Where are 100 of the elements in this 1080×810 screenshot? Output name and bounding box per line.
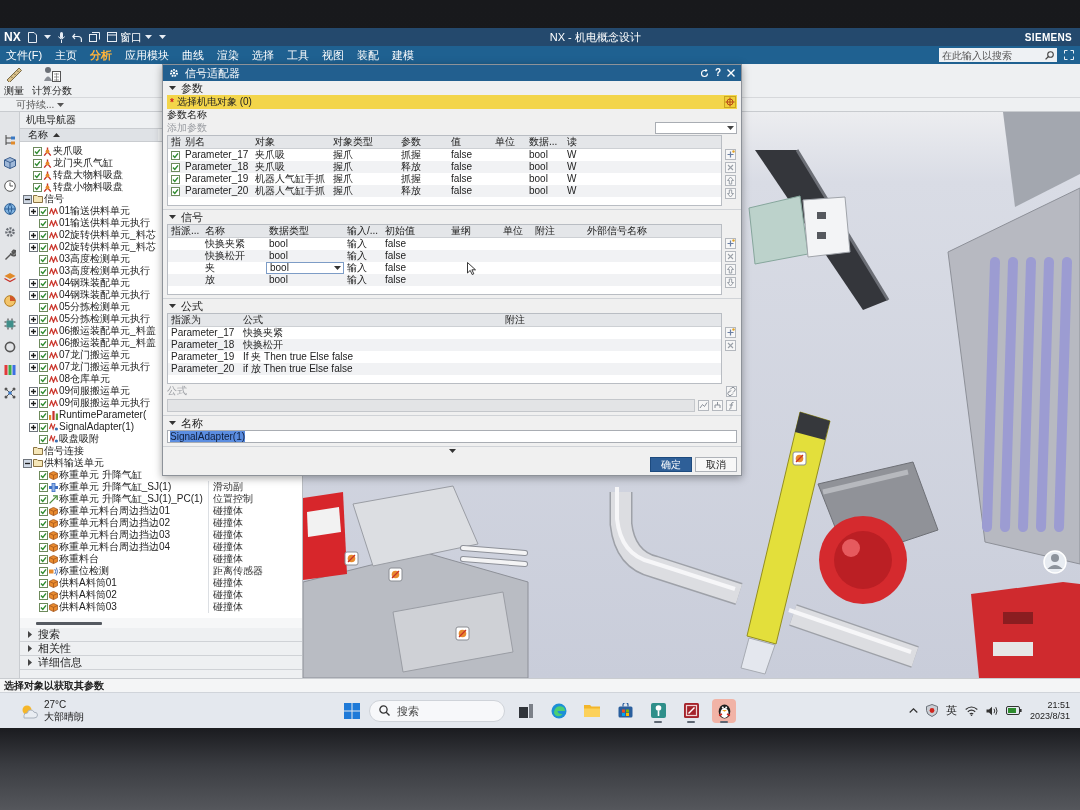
pie-icon[interactable] bbox=[3, 295, 16, 307]
tree-item[interactable]: 吸盘吸附 bbox=[59, 433, 99, 445]
expander-icon[interactable] bbox=[29, 230, 38, 240]
checkbox[interactable] bbox=[39, 326, 48, 336]
tree-item[interactable]: 07龙门搬运单元 bbox=[59, 349, 131, 361]
tree-item[interactable]: 称重单元料台周边挡边02 bbox=[59, 517, 171, 529]
search-field[interactable]: 在此输入以搜索 bbox=[939, 48, 1057, 62]
section-header[interactable]: 名称 bbox=[167, 416, 203, 430]
expander-icon[interactable] bbox=[29, 398, 38, 408]
tree-item[interactable]: 供料A料筒01 bbox=[59, 577, 117, 589]
checkbox[interactable] bbox=[171, 174, 180, 184]
tree-item[interactable]: 05分拣检测单元 bbox=[59, 301, 131, 313]
copy-icon[interactable] bbox=[88, 32, 100, 42]
column-header[interactable]: 对象类型 bbox=[330, 136, 398, 148]
help-button[interactable]: ? bbox=[714, 67, 721, 79]
move-up-icon[interactable] bbox=[725, 175, 736, 186]
tree-item[interactable]: 05分拣检测单元执行 bbox=[59, 313, 151, 325]
marker-icon[interactable] bbox=[455, 626, 470, 641]
move-down-icon[interactable] bbox=[725, 277, 736, 288]
section-header[interactable]: 参数 bbox=[167, 81, 203, 95]
table-row[interactable]: Parameter_17 夹爪吸 握爪 抓握 false bool W bbox=[168, 149, 721, 161]
tree-item[interactable]: 02旋转供料单元_料芯 bbox=[59, 229, 156, 241]
column-header[interactable]: 值 bbox=[448, 136, 492, 148]
checkbox[interactable] bbox=[33, 158, 42, 168]
move-up-icon[interactable] bbox=[725, 264, 736, 275]
checkbox[interactable] bbox=[39, 302, 48, 312]
table-row[interactable]: Parameter_20 if 放 Then true Else false bbox=[168, 363, 721, 375]
section-header[interactable]: 公式 bbox=[167, 299, 203, 313]
column-header[interactable]: 读 bbox=[564, 136, 721, 148]
delete-icon[interactable] bbox=[725, 340, 736, 351]
section-header[interactable]: 信号 bbox=[167, 210, 203, 224]
menu-tab[interactable]: 应用模块 bbox=[119, 46, 176, 64]
delete-icon[interactable] bbox=[725, 162, 736, 173]
checkbox[interactable] bbox=[39, 566, 48, 576]
column-header[interactable]: 公式 bbox=[240, 314, 502, 326]
marker-icon[interactable] bbox=[792, 451, 807, 466]
table-row[interactable]: Parameter_19 机器人气缸手抓 握爪 抓握 false bool W bbox=[168, 173, 721, 185]
expander-icon[interactable] bbox=[29, 386, 38, 396]
checkbox[interactable] bbox=[39, 278, 48, 288]
checkbox[interactable] bbox=[39, 470, 48, 480]
column-header[interactable]: 数据类型 bbox=[266, 225, 344, 237]
globe-icon[interactable] bbox=[3, 203, 16, 215]
tree-item[interactable]: 供料A料筒02 bbox=[59, 589, 117, 601]
cancel-button[interactable]: 取消 bbox=[695, 457, 737, 472]
column-header[interactable]: 指派... bbox=[168, 225, 202, 237]
clock-date[interactable]: 2023/8/31 bbox=[1029, 710, 1070, 722]
checkbox[interactable] bbox=[39, 506, 48, 516]
crosshair-icon[interactable] bbox=[724, 96, 736, 108]
dropdown-field[interactable]: bool bbox=[266, 262, 344, 274]
column-header[interactable]: 别名 bbox=[182, 136, 252, 148]
tree-item[interactable]: 06搬运装配单元_料盖 bbox=[59, 325, 156, 337]
name-field[interactable]: SignalAdapter(1) bbox=[167, 430, 737, 443]
panel-header[interactable]: 搜索 bbox=[20, 628, 302, 642]
menu-tab[interactable]: 装配 bbox=[351, 46, 386, 64]
tree-item[interactable]: 供料A料筒03 bbox=[59, 601, 117, 613]
microphone-icon[interactable] bbox=[57, 31, 65, 43]
gear-icon[interactable] bbox=[3, 226, 16, 238]
expander-icon[interactable] bbox=[29, 326, 38, 336]
table-row[interactable]: Parameter_18 夹爪吸 握爪 释放 false bool W bbox=[168, 161, 721, 173]
tree-item[interactable]: 供料输送单元 bbox=[44, 457, 104, 469]
column-header[interactable]: 名称 bbox=[20, 129, 158, 141]
checkbox[interactable] bbox=[39, 362, 48, 372]
taskbar-app[interactable] bbox=[712, 698, 736, 723]
tree-item[interactable]: 04钢珠装配单元 bbox=[59, 277, 131, 289]
color-bars-icon[interactable] bbox=[3, 364, 16, 376]
checkbox[interactable] bbox=[39, 266, 48, 276]
checkbox[interactable] bbox=[39, 290, 48, 300]
tree-item[interactable]: 07龙门搬运单元执行 bbox=[59, 361, 151, 373]
tree-item[interactable]: 称重单元 升降气缸_SJ(1) bbox=[59, 481, 172, 493]
marker-icon[interactable] bbox=[344, 551, 359, 566]
ribbon-button[interactable]: 计算分数 bbox=[32, 66, 72, 98]
tree-item[interactable]: 称重单元 升降气缸_SJ(1)_PC(1) bbox=[59, 493, 203, 505]
layers-icon[interactable] bbox=[3, 272, 16, 284]
table-row[interactable]: Parameter_19 If 夹 Then true Else false bbox=[168, 351, 721, 363]
table-row[interactable]: 放 bool 输入 false bbox=[168, 274, 721, 286]
checkbox[interactable] bbox=[39, 482, 48, 492]
selection-row[interactable]: * 选择机电对象 (0) bbox=[167, 95, 737, 109]
tree-item[interactable]: 夹爪吸 bbox=[53, 145, 83, 157]
expander-icon[interactable] bbox=[29, 206, 38, 216]
undo-icon[interactable] bbox=[71, 32, 82, 42]
wrench-icon[interactable] bbox=[3, 249, 16, 261]
group-menu[interactable]: 可持续... bbox=[16, 97, 65, 112]
tree-item[interactable]: 转盘大物料吸盘 bbox=[53, 169, 123, 181]
cube-icon[interactable] bbox=[3, 157, 16, 169]
checkbox[interactable] bbox=[39, 410, 48, 420]
expander-icon[interactable] bbox=[29, 350, 38, 360]
panel-header[interactable]: 详细信息 bbox=[20, 656, 302, 670]
checkbox[interactable] bbox=[39, 386, 48, 396]
column-header[interactable]: 单位 bbox=[492, 136, 526, 148]
checkbox[interactable] bbox=[33, 146, 42, 156]
shield-icon[interactable] bbox=[925, 704, 938, 717]
column-header[interactable]: 附注 bbox=[532, 225, 584, 237]
fullscreen-icon[interactable] bbox=[1064, 50, 1074, 60]
chart-icon[interactable] bbox=[698, 399, 709, 411]
expander-icon[interactable] bbox=[23, 194, 32, 204]
add-row-icon[interactable] bbox=[725, 327, 736, 338]
delete-icon[interactable] bbox=[725, 251, 736, 262]
tree-item[interactable]: 09伺服搬运单元执行 bbox=[59, 397, 151, 409]
move-down-icon[interactable] bbox=[725, 188, 736, 199]
checkbox[interactable] bbox=[33, 170, 42, 180]
